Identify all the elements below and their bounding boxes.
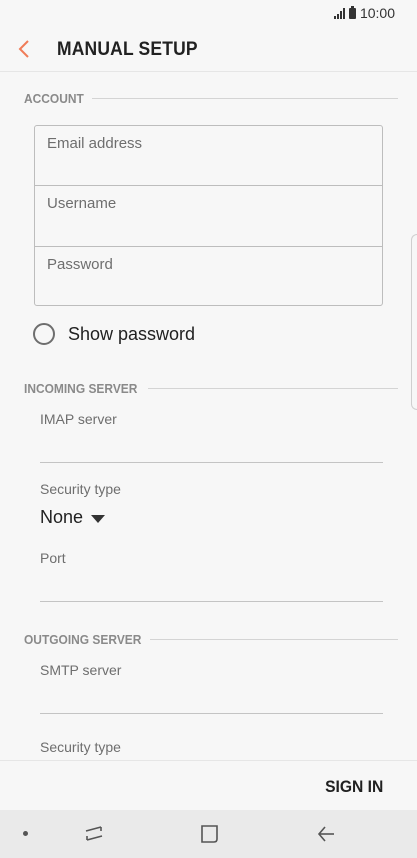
imap-server-label: IMAP server (40, 411, 117, 427)
status-icons: 10:00 (333, 5, 395, 21)
recent-apps-icon[interactable] (84, 824, 104, 849)
dot-icon[interactable] (23, 831, 28, 836)
section-header-incoming: INCOMING SERVER (24, 381, 147, 396)
clock-time: 10:00 (359, 5, 395, 21)
section-title: OUTGOING SERVER (24, 632, 142, 647)
radio-button[interactable] (33, 323, 55, 345)
sign-in-button[interactable]: SIGN IN (325, 777, 383, 797)
bottom-action-bar: SIGN IN (0, 760, 417, 810)
signal-icon (333, 7, 345, 19)
smtp-server-input[interactable] (40, 713, 383, 714)
outgoing-security-type-label: Security type (40, 739, 121, 755)
navigation-bar (0, 810, 417, 858)
section-title: INCOMING SERVER (24, 381, 138, 396)
scroll-handle[interactable] (411, 234, 417, 410)
page-title: MANUAL SETUP (57, 39, 198, 60)
divider (92, 98, 398, 99)
account-fields-box: Email address Username Password (34, 125, 383, 306)
back-arrow-icon[interactable] (316, 824, 336, 849)
divider (148, 388, 398, 389)
app-bar: MANUAL SETUP (0, 26, 417, 72)
section-title: ACCOUNT (24, 91, 84, 106)
username-field[interactable]: Username (35, 186, 382, 246)
chevron-left-icon[interactable] (17, 38, 37, 60)
show-password-toggle[interactable]: Show password (33, 323, 195, 345)
username-placeholder: Username (47, 195, 117, 212)
imap-server-input[interactable] (40, 462, 383, 463)
status-bar: 10:00 (0, 0, 417, 26)
email-placeholder: Email address (47, 135, 143, 152)
email-field[interactable]: Email address (35, 126, 382, 186)
smtp-server-label: SMTP server (40, 662, 122, 678)
caret-down-icon (91, 514, 106, 523)
section-header-outgoing: OUTGOING SERVER (24, 632, 152, 647)
battery-icon (348, 5, 356, 19)
security-type-label: Security type (40, 481, 121, 497)
password-field[interactable]: Password (35, 247, 382, 307)
home-icon[interactable] (200, 824, 220, 849)
show-password-label: Show password (68, 323, 196, 344)
divider (150, 639, 398, 640)
port-input[interactable] (40, 601, 383, 602)
section-header-account: ACCOUNT (24, 91, 89, 106)
port-label: Port (40, 550, 66, 566)
security-type-dropdown[interactable]: None (40, 507, 106, 528)
security-type-value: None (40, 507, 84, 527)
password-placeholder: Password (47, 256, 113, 273)
